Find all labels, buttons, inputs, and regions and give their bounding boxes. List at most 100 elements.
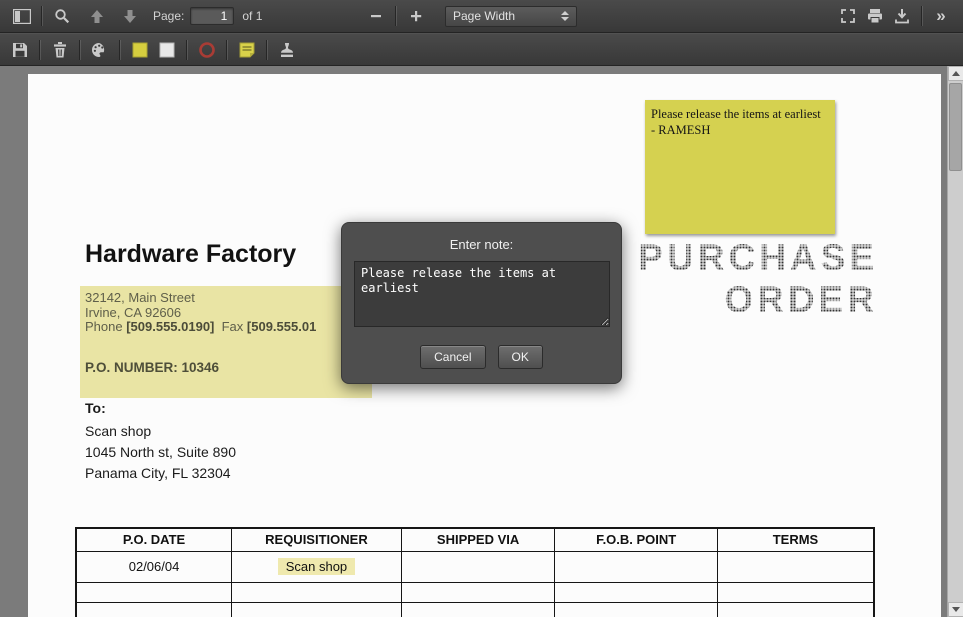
table-row (76, 582, 874, 602)
print-icon (867, 8, 883, 24)
more-tools-button[interactable]: » (928, 4, 955, 28)
address-line-1: 32142, Main Street (85, 291, 316, 306)
stamp-tool-button[interactable] (273, 38, 300, 62)
table-cell-highlight: Scan shop (278, 558, 355, 575)
table-cell (555, 602, 718, 617)
table-cell (76, 602, 232, 617)
toolbar-left-group: Page: of 1 (0, 4, 262, 28)
toolbar-separator (921, 6, 922, 26)
toolbar-separator (226, 40, 227, 60)
yellow-square-icon (132, 42, 148, 58)
next-page-button[interactable] (116, 4, 143, 28)
rectangle-tool-button[interactable] (153, 38, 180, 62)
zoom-in-button[interactable] (402, 4, 429, 28)
toolbar-separator (266, 40, 267, 60)
table-cell (555, 551, 718, 582)
download-button[interactable] (888, 4, 915, 28)
ellipse-tool-button[interactable] (193, 38, 220, 62)
recipient-block: To: Scan shop 1045 North st, Suite 890 P… (85, 400, 236, 484)
enter-note-dialog: Enter note: Please release the items at … (341, 222, 622, 384)
address-line-2: Irvine, CA 92606 (85, 306, 316, 321)
table-cell (232, 582, 402, 602)
col-header: TERMS (717, 528, 874, 551)
page-number-input[interactable] (190, 7, 234, 25)
purchase-order-stamp: PURCHASE ORDER (580, 237, 878, 321)
zoom-mode-value: Page Width (453, 9, 515, 23)
arrow-down-icon (123, 10, 137, 23)
highlight-tool-button[interactable] (126, 38, 153, 62)
toolbar-separator (119, 40, 120, 60)
dialog-title: Enter note: (342, 237, 621, 252)
zoom-mode-select[interactable]: Page Width (445, 6, 577, 27)
to-label: To: (85, 400, 236, 416)
company-address: 32142, Main Street Irvine, CA 92606 Phon… (85, 291, 316, 335)
sticky-note-annotation[interactable]: Please release the items at earliest - R… (645, 100, 835, 234)
save-annotations-button[interactable] (6, 38, 33, 62)
toolbar-right-group: » (834, 4, 955, 28)
download-icon (894, 8, 910, 24)
annotation-toolbar (0, 33, 963, 66)
stamp-line-1: PURCHASE (580, 237, 878, 279)
scroll-up-button[interactable] (948, 66, 963, 81)
minus-icon (370, 10, 382, 22)
cancel-button[interactable]: Cancel (420, 345, 485, 369)
palette-icon (91, 42, 108, 58)
triangle-up-icon (952, 71, 960, 76)
table-cell (717, 602, 874, 617)
main-toolbar: Page: of 1 Page Width (0, 0, 963, 33)
color-picker-button[interactable] (86, 38, 113, 62)
arrow-up-icon (90, 10, 104, 23)
scrollbar-thumb[interactable] (949, 83, 962, 171)
note-textarea[interactable]: Please release the items at earliest (354, 261, 610, 327)
ok-button[interactable]: OK (498, 345, 543, 369)
presentation-mode-button[interactable] (834, 4, 861, 28)
red-circle-icon (198, 41, 216, 59)
sticky-note-tool-button[interactable] (233, 38, 260, 62)
toolbar-separator (39, 40, 40, 60)
sticky-note-text-line-1: Please release the items at earliest (651, 106, 829, 122)
sidebar-toggle-button[interactable] (8, 4, 35, 28)
print-button[interactable] (861, 4, 888, 28)
zoom-out-button[interactable] (362, 4, 389, 28)
toolbar-separator (186, 40, 187, 60)
table-cell (717, 582, 874, 602)
fullscreen-icon (840, 8, 856, 24)
table-cell (232, 602, 402, 617)
table-cell (76, 582, 232, 602)
white-square-icon (159, 42, 175, 58)
save-icon (12, 42, 28, 58)
po-number: P.O. NUMBER: 10346 (85, 360, 219, 375)
col-header: REQUISITIONER (232, 528, 402, 551)
table-cell (555, 582, 718, 602)
scroll-down-button[interactable] (948, 602, 963, 617)
page-count-label: of 1 (242, 9, 262, 23)
company-name: Hardware Factory (85, 240, 296, 269)
sidebar-toggle-icon (13, 9, 31, 24)
plus-icon (410, 10, 422, 22)
recipient-line-1: Scan shop (85, 421, 236, 442)
table-cell: 02/06/04 (76, 551, 232, 582)
sticky-note-text-line-2: - RAMESH (651, 122, 829, 138)
table-cell: Scan shop (232, 551, 402, 582)
select-arrows-icon (561, 11, 569, 21)
vertical-scrollbar[interactable] (947, 66, 963, 617)
stamp-icon (279, 42, 295, 58)
delete-annotation-button[interactable] (46, 38, 73, 62)
dialog-buttons: Cancel OK (342, 345, 621, 369)
page-label: Page: (153, 9, 184, 23)
chevron-double-right-icon: » (936, 6, 946, 26)
recipient-line-3: Panama City, FL 32304 (85, 463, 236, 484)
table-cell (401, 602, 555, 617)
pdf-viewer-app: Page: of 1 Page Width (0, 0, 963, 617)
search-button[interactable] (48, 4, 75, 28)
toolbar-separator (79, 40, 80, 60)
triangle-down-icon (952, 607, 960, 612)
stamp-line-2: ORDER (580, 279, 878, 321)
trash-icon (52, 41, 68, 58)
table-cell (401, 582, 555, 602)
viewer-area: Hardware Factory 32142, Main Street Irvi… (0, 66, 963, 617)
col-header: P.O. DATE (76, 528, 232, 551)
phone-fax-line: Phone [509.555.0190] Fax [509.555.01 (85, 320, 316, 335)
search-icon (54, 8, 70, 24)
previous-page-button[interactable] (83, 4, 110, 28)
